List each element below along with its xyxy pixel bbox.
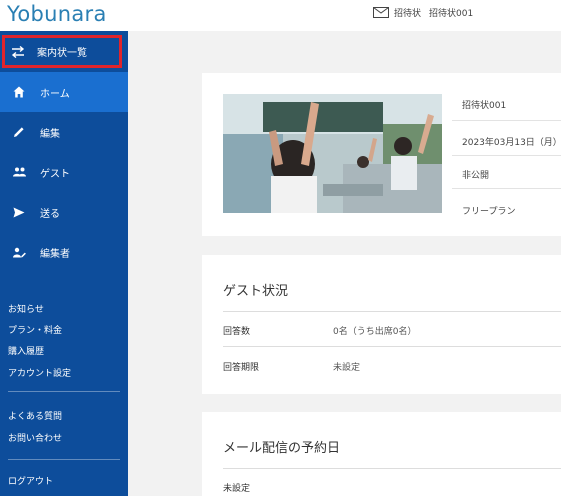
people-icon <box>12 165 26 179</box>
invitation-cover-image[interactable] <box>223 94 442 213</box>
sidebar-link-contact[interactable]: お問い合わせ <box>8 431 62 444</box>
mail-schedule-value: 未設定 <box>223 484 251 494</box>
guest-status-card: ゲスト状況 回答数 0名（うち出席0名） 回答期限 未設定 <box>202 255 561 394</box>
breadcrumb: 招待状 招待状001 <box>373 6 473 19</box>
invitation-plan: フリープラン <box>462 207 516 217</box>
sidebar-link-plans[interactable]: プラン・料金 <box>8 323 62 336</box>
invitation-date: 2023年03月13日（月） <box>462 138 561 148</box>
pencil-icon <box>12 125 26 139</box>
divider <box>223 311 561 312</box>
divider <box>223 468 561 469</box>
sidebar-item-label: 案内状一覧 <box>37 48 87 59</box>
divider <box>452 120 561 121</box>
breadcrumb-current: 招待状001 <box>429 9 474 19</box>
breadcrumb-invitations[interactable]: 招待状 <box>394 6 421 19</box>
responses-label: 回答数 <box>223 327 251 337</box>
sidebar-item-editors[interactable]: 編集者 <box>0 232 128 272</box>
sidebar-item-send[interactable]: 送る <box>0 192 128 232</box>
sidebar-divider <box>8 459 120 460</box>
sidebar-item-invitation-list[interactable]: 案内状一覧 <box>2 35 122 68</box>
divider <box>452 188 561 189</box>
sidebar-item-label: 編集 <box>40 128 60 140</box>
app-logo[interactable]: Yobunara <box>7 2 107 26</box>
responses-value: 0名（うち出席0名） <box>333 327 417 337</box>
sidebar-link-account-settings[interactable]: アカウント設定 <box>8 366 71 379</box>
invitation-card: 招待状001 2023年03月13日（月） 非公開 フリープラン <box>202 73 561 236</box>
sidebar-link-purchase-history[interactable]: 購入履歴 <box>8 344 44 357</box>
divider <box>223 346 561 347</box>
divider <box>452 155 561 156</box>
deadline-value: 未設定 <box>333 363 361 373</box>
sidebar-item-guests[interactable]: ゲスト <box>0 152 128 192</box>
sidebar-item-label: ゲスト <box>40 168 70 180</box>
sidebar-item-label: 送る <box>40 208 60 220</box>
sidebar: 案内状一覧 ホーム 編集 ゲスト 送る 編集者 お知らせ プラン・料金 購入履歴… <box>0 31 128 496</box>
person-edit-icon <box>12 245 26 259</box>
sidebar-link-news[interactable]: お知らせ <box>8 302 44 315</box>
sidebar-link-logout[interactable]: ログアウト <box>8 474 53 487</box>
sidebar-item-label: 編集者 <box>40 248 70 260</box>
mail-schedule-card: メール配信の予約日 未設定 <box>202 412 561 496</box>
mail-icon <box>373 7 389 18</box>
sidebar-item-edit[interactable]: 編集 <box>0 112 128 152</box>
sidebar-divider <box>8 391 120 392</box>
sidebar-item-label: ホーム <box>40 88 70 100</box>
sidebar-link-faq[interactable]: よくある質問 <box>8 409 62 422</box>
invitation-title: 招待状001 <box>462 101 507 111</box>
home-icon <box>12 85 26 99</box>
top-bar: Yobunara 招待状 招待状001 <box>0 0 561 31</box>
invitation-visibility: 非公開 <box>462 171 490 181</box>
deadline-label: 回答期限 <box>223 363 260 373</box>
sidebar-item-home[interactable]: ホーム <box>0 72 128 112</box>
mail-schedule-title: メール配信の予約日 <box>223 441 341 456</box>
send-icon <box>12 205 26 219</box>
guest-status-title: ゲスト状況 <box>223 284 289 299</box>
swap-arrows-icon <box>11 45 25 59</box>
